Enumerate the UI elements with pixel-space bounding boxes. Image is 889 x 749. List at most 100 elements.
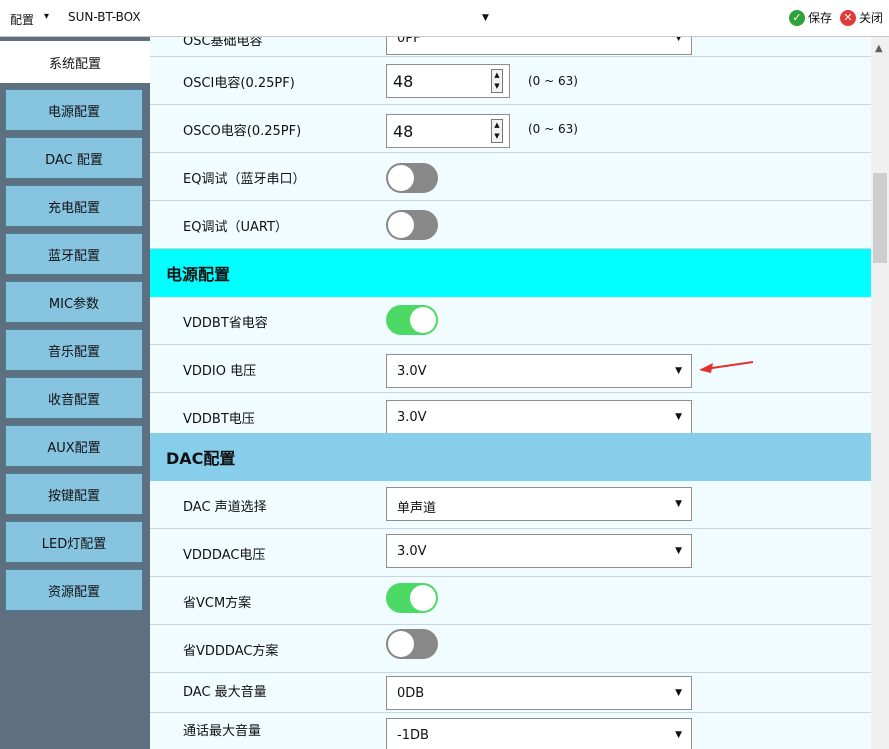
sidebar-item-mic[interactable]: MIC参数 <box>5 281 143 323</box>
sidebar-item-label: 电源配置 <box>47 104 100 120</box>
eq-bt-label: EQ调试（蓝牙串口） <box>183 172 306 187</box>
osci-range: (0 ~ 63) <box>528 74 578 88</box>
save-button[interactable]: ✓ 保存 <box>788 9 832 26</box>
config-menu[interactable]: 配置 <box>10 11 34 28</box>
osco-input[interactable]: 48 ▲ ▼ <box>386 114 510 148</box>
sidebar-item-resources[interactable]: 资源配置 <box>5 569 143 611</box>
dropdown-arrow-icon: ▼ <box>675 412 682 422</box>
eq-uart-label: EQ调试（UART） <box>183 220 288 235</box>
sidebar-item-keys[interactable]: 按键配置 <box>5 473 143 515</box>
vddbt-save-toggle[interactable] <box>386 305 438 335</box>
osco-label: OSCO电容(0.25PF) <box>183 124 302 139</box>
dropdown-arrow-icon: ▼ <box>675 730 682 740</box>
sidebar-item-label: MIC参数 <box>48 296 100 312</box>
dac-max-vol-value: 0DB <box>397 686 425 701</box>
toggle-knob <box>410 307 436 333</box>
dac-channel-value: 单声道 <box>397 501 437 516</box>
vddbt-save-row: VDDBT省电容 <box>150 297 871 345</box>
vddbt-dropdown[interactable]: 3.0V ▼ <box>386 400 692 434</box>
top-toolbar: 配置 ▾ SUN-BT-BOX ▼ ✓ 保存 ✕ 关闭 <box>0 0 889 37</box>
sidebar-item-label: 收音配置 <box>47 392 100 408</box>
osc-base-dropdown[interactable]: 0PF ▼ <box>386 37 692 55</box>
vdddac-dropdown[interactable]: 3.0V ▼ <box>386 534 692 568</box>
call-max-vol-label: 通话最大音量 <box>183 724 262 739</box>
scrollbar[interactable]: ▲ <box>871 37 889 749</box>
save-label: 保存 <box>807 11 832 25</box>
sidebar-item-label: 资源配置 <box>47 584 100 600</box>
check-icon: ✓ <box>788 9 805 26</box>
spin-down-icon[interactable]: ▼ <box>492 131 502 142</box>
sidebar-item-label: 充电配置 <box>47 200 100 216</box>
call-max-vol-row: 通话最大音量 -1DB ▼ <box>150 713 871 749</box>
sidebar-item-power[interactable]: 电源配置 <box>5 89 143 131</box>
annotation-arrow <box>699 361 754 373</box>
scroll-up-icon[interactable]: ▲ <box>875 43 883 54</box>
sidebar: 系统配置 电源配置 DAC 配置 充电配置 蓝牙配置 MIC参数 音乐配置 收音… <box>0 37 150 749</box>
sidebar-item-label: 音乐配置 <box>47 344 100 360</box>
eq-uart-toggle[interactable] <box>386 210 438 240</box>
vdddac-row: VDDDAC电压 3.0V ▼ <box>150 529 871 577</box>
sidebar-item-music[interactable]: 音乐配置 <box>5 329 143 371</box>
sidebar-item-dac[interactable]: DAC 配置 <box>5 137 143 179</box>
vddbt-value: 3.0V <box>397 410 427 425</box>
osc-base-label: OSC基础电容 <box>183 37 263 49</box>
sidebar-item-label: 系统配置 <box>48 56 101 72</box>
eq-bt-toggle[interactable] <box>386 163 438 193</box>
close-icon: ✕ <box>839 9 856 26</box>
vddio-dropdown[interactable]: 3.0V ▼ <box>386 354 692 388</box>
profile-select[interactable]: ▾ SUN-BT-BOX ▼ <box>44 9 494 29</box>
sidebar-item-charge[interactable]: 充电配置 <box>5 185 143 227</box>
eq-uart-row: EQ调试（UART） <box>150 201 871 249</box>
dac-section-header: DAC配置 <box>150 433 871 481</box>
dac-channel-label: DAC 声道选择 <box>183 500 267 515</box>
dropdown-arrow-icon: ▼ <box>675 688 682 698</box>
spin-up-icon[interactable]: ▲ <box>492 120 502 131</box>
profile-name: SUN-BT-BOX <box>68 10 141 24</box>
dac-max-vol-dropdown[interactable]: 0DB ▼ <box>386 676 692 710</box>
osci-spinner[interactable]: ▲ ▼ <box>491 69 503 93</box>
sidebar-item-led[interactable]: LED灯配置 <box>5 521 143 563</box>
vddbt-save-label: VDDBT省电容 <box>183 316 268 331</box>
sidebar-item-aux[interactable]: AUX配置 <box>5 425 143 467</box>
vdddac-label: VDDDAC电压 <box>183 548 266 563</box>
sidebar-item-label: DAC 配置 <box>45 152 103 168</box>
close-label: 关闭 <box>858 11 883 25</box>
dropdown-arrow-icon: ▼ <box>675 37 682 43</box>
osc-base-value: 0PF <box>397 37 421 46</box>
power-section-header: 电源配置 <box>150 249 871 297</box>
dac-max-vol-row: DAC 最大音量 0DB ▼ <box>150 673 871 713</box>
settings-panel: OSC基础电容 0PF ▼ OSCI电容(0.25PF) 48 ▲ ▼ (0 ~ … <box>150 37 871 749</box>
chevron-down-icon[interactable]: ▾ <box>44 11 49 22</box>
dac-channel-dropdown[interactable]: 单声道 ▼ <box>386 487 692 521</box>
vdddac-save-toggle[interactable] <box>386 629 438 659</box>
vcm-row: 省VCM方案 <box>150 577 871 625</box>
close-button[interactable]: ✕ 关闭 <box>839 9 883 26</box>
vcm-label: 省VCM方案 <box>183 596 252 611</box>
toggle-knob <box>388 631 414 657</box>
spin-up-icon[interactable]: ▲ <box>492 70 502 81</box>
sidebar-item-radio[interactable]: 收音配置 <box>5 377 143 419</box>
scroll-thumb[interactable] <box>873 173 887 263</box>
osci-input[interactable]: 48 ▲ ▼ <box>386 64 510 98</box>
osci-value: 48 <box>393 72 414 91</box>
call-max-vol-value: -1DB <box>397 728 429 743</box>
dropdown-arrow-icon[interactable]: ▼ <box>482 13 489 23</box>
sidebar-item-label: 蓝牙配置 <box>47 248 100 264</box>
dropdown-arrow-icon: ▼ <box>675 499 682 509</box>
toggle-knob <box>388 212 414 238</box>
osco-spinner[interactable]: ▲ ▼ <box>491 119 503 143</box>
vddio-row: VDDIO 电压 3.0V ▼ <box>150 345 871 393</box>
sidebar-item-bluetooth[interactable]: 蓝牙配置 <box>5 233 143 275</box>
osc-base-row: OSC基础电容 0PF ▼ <box>150 37 871 57</box>
sidebar-item-label: 按键配置 <box>47 488 100 504</box>
vdddac-save-label: 省VDDDAC方案 <box>183 644 279 659</box>
spin-down-icon[interactable]: ▼ <box>492 81 502 92</box>
vddio-value: 3.0V <box>397 364 427 379</box>
vcm-toggle[interactable] <box>386 583 438 613</box>
sidebar-item-label: AUX配置 <box>47 440 101 456</box>
dropdown-arrow-icon: ▼ <box>675 366 682 376</box>
call-max-vol-dropdown[interactable]: -1DB ▼ <box>386 718 692 749</box>
sidebar-item-system[interactable]: 系统配置 <box>0 41 150 83</box>
vdddac-value: 3.0V <box>397 544 427 559</box>
sidebar-item-label: LED灯配置 <box>41 536 107 552</box>
